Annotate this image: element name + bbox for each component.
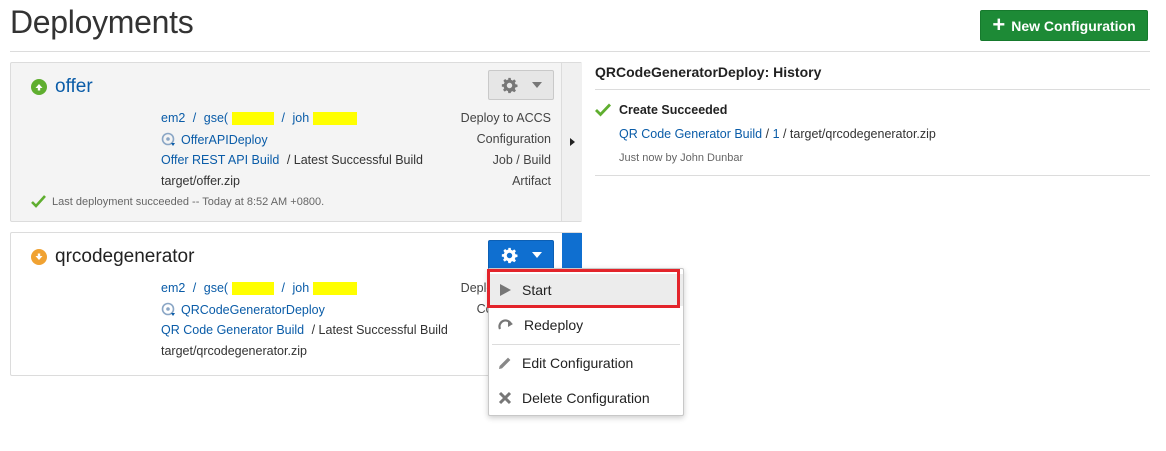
card-title-row: qrcodegenerator [31, 246, 194, 268]
settings-menu-button[interactable] [488, 70, 554, 100]
history-entry: Create Succeeded QR Code Generator Build… [595, 100, 1150, 170]
history-build-number-link[interactable]: 1 [773, 127, 780, 141]
menu-item-redeploy[interactable]: Redeploy [489, 309, 683, 341]
gear-icon [501, 247, 517, 263]
checkmark-icon [31, 195, 46, 208]
card-title-row: offer [31, 76, 93, 98]
deployment-details: Deploy to ACCS em2 / gse( / joh Configur… [11, 108, 551, 208]
history-title: QRCodeGeneratorDeploy: History [595, 64, 822, 80]
deploy-target-link[interactable]: em2 [161, 281, 185, 295]
history-divider [595, 89, 1150, 90]
deploy-target-value: em2 / gse( / joh [161, 111, 358, 125]
history-build-link[interactable]: QR Code Generator Build [619, 127, 762, 141]
deploy-target-value: em2 / gse( / joh [161, 281, 358, 295]
deploy-identity-domain-link[interactable]: gse( [204, 281, 228, 295]
plus-icon: + [992, 11, 1006, 37]
menu-item-label: Delete Configuration [522, 390, 650, 406]
history-entry-meta: Just now by John Dunbar [619, 152, 744, 164]
expand-panel-handle[interactable] [561, 63, 582, 221]
settings-menu-button-active[interactable] [488, 240, 554, 270]
chevron-down-icon [531, 82, 542, 88]
title-divider [10, 51, 1150, 52]
gear-icon [501, 77, 517, 93]
redaction-mark [313, 111, 358, 125]
deploy-target-link[interactable]: em2 [161, 111, 185, 125]
last-deployment-status: Last deployment succeeded -- Today at 8:… [31, 195, 324, 208]
menu-item-edit-configuration[interactable]: Edit Configuration [489, 347, 683, 379]
checkmark-icon [595, 103, 611, 117]
menu-item-label: Edit Configuration [522, 355, 634, 371]
close-x-icon [498, 391, 512, 405]
new-configuration-label: New Configuration [1011, 17, 1136, 34]
deployment-card-offer[interactable]: offer Deploy to ACCS em2 / gse( / joh Co… [10, 62, 582, 222]
success-status-icon [31, 79, 47, 95]
deploy-identity-domain-link[interactable]: gse( [204, 111, 228, 125]
deploy-target-label: Deploy to ACCS [460, 111, 551, 125]
pending-status-icon [31, 249, 47, 265]
configuration-value: QRCodeGeneratorDeploy [161, 302, 325, 318]
deployment-details: Deploy to ACCS em2 / gse( / joh Configur… [11, 278, 551, 368]
history-bottom-divider [595, 175, 1150, 176]
redaction-mark [232, 111, 275, 125]
configuration-link[interactable]: QRCodeGeneratorDeploy [181, 303, 325, 317]
configuration-label: Configuration [476, 132, 551, 146]
redaction-mark [313, 281, 358, 295]
menu-item-delete-configuration[interactable]: Delete Configuration [489, 382, 683, 414]
config-gear-icon [161, 132, 175, 146]
config-gear-icon [161, 302, 175, 316]
artifact-label: Artifact [512, 174, 551, 188]
menu-divider [492, 344, 680, 345]
history-entry-title: Create Succeeded [619, 103, 728, 117]
artifact-value: target/offer.zip [161, 174, 240, 188]
chevron-down-icon [531, 252, 542, 258]
job-link[interactable]: Offer REST API Build [161, 153, 279, 167]
job-build-value: Offer REST API Build / Latest Successful… [161, 153, 423, 167]
menu-item-label: Redeploy [524, 317, 584, 333]
configuration-value: OfferAPIDeploy [161, 132, 268, 148]
job-build-value: QR Code Generator Build / Latest Success… [161, 323, 448, 337]
page-title: Deployments [10, 4, 194, 40]
expand-arrow-icon [570, 138, 575, 146]
start-highlight-annotation [487, 269, 680, 308]
job-build-label: Job / Build [492, 153, 551, 167]
deployment-name[interactable]: qrcodegenerator [55, 246, 194, 268]
redaction-mark [232, 281, 275, 295]
deploy-user-link[interactable]: joh [293, 111, 310, 125]
artifact-value: target/qrcodegenerator.zip [161, 344, 307, 358]
new-configuration-button[interactable]: + New Configuration [980, 10, 1148, 41]
pencil-icon [499, 357, 511, 369]
deployment-name-link[interactable]: offer [55, 76, 93, 98]
redeploy-icon [498, 319, 513, 330]
expand-panel-handle[interactable] [562, 233, 582, 271]
last-deployment-text: Last deployment succeeded -- Today at 8:… [52, 195, 325, 208]
configuration-link[interactable]: OfferAPIDeploy [181, 133, 268, 147]
history-artifact: / target/qrcodegenerator.zip [779, 127, 936, 141]
job-link[interactable]: QR Code Generator Build [161, 323, 304, 337]
deploy-user-link[interactable]: joh [293, 281, 310, 295]
